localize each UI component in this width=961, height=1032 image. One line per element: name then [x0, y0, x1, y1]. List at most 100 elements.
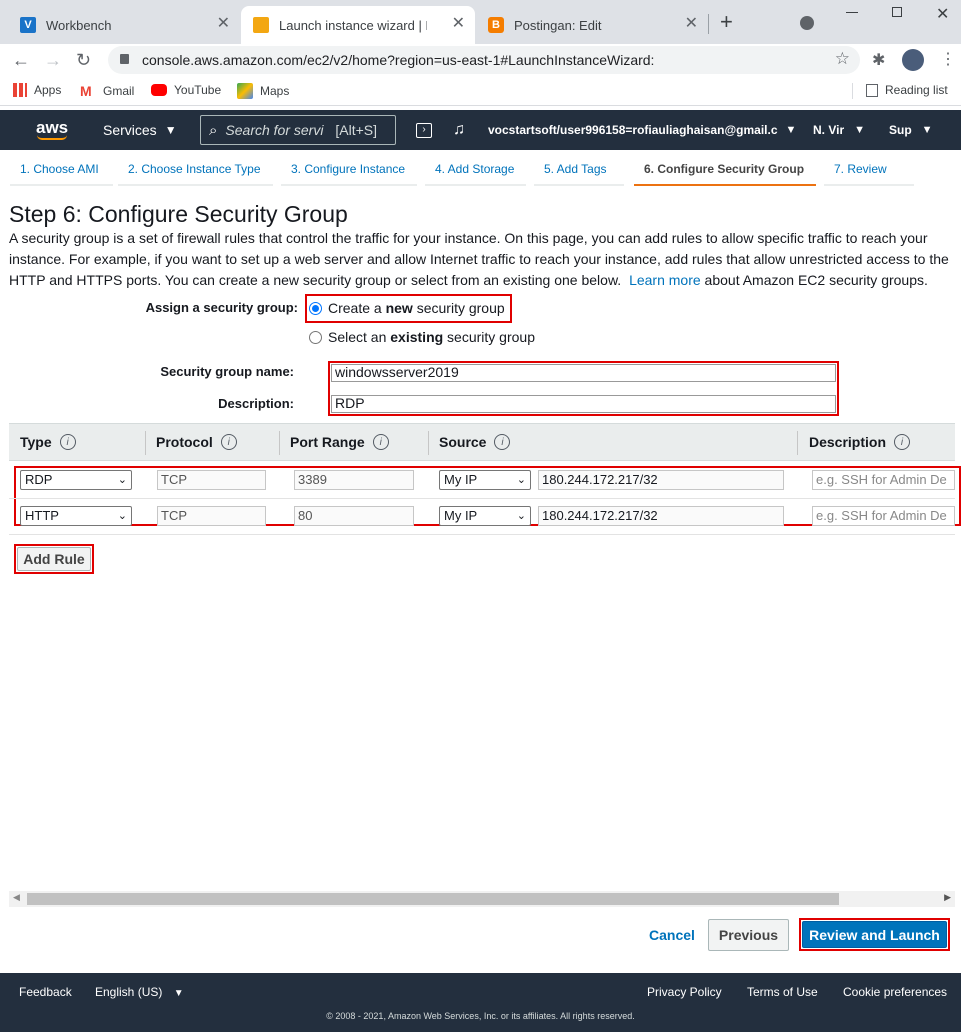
row-divider: [9, 534, 955, 535]
rule-type-select[interactable]: RDP ⌄: [20, 470, 132, 490]
rule-type-select[interactable]: HTTP ⌄: [20, 506, 132, 526]
bookmark-youtube[interactable]: YouTube: [151, 83, 221, 97]
back-arrow-icon[interactable]: ←: [12, 50, 30, 70]
new-tab-button[interactable]: +: [720, 10, 733, 34]
forward-arrow-icon[interactable]: →: [44, 50, 62, 70]
bookmark-label: YouTube: [174, 83, 222, 97]
rule-protocol: TCP: [157, 470, 266, 490]
tab-divider: [708, 14, 709, 34]
privacy-policy-link[interactable]: Privacy Policy: [647, 985, 722, 999]
rule-source-select[interactable]: My IP ⌄: [439, 470, 531, 490]
review-and-launch-button[interactable]: Review and Launch: [802, 921, 947, 948]
rule-source-select[interactable]: My IP ⌄: [439, 506, 531, 526]
bell-icon[interactable]: ♫: [453, 110, 465, 150]
tab-launch-wizard[interactable]: Launch instance wizard | EC2 M ✕: [241, 6, 475, 44]
bookmark-gmail[interactable]: M Gmail: [80, 83, 134, 99]
blogger-icon: B: [488, 17, 504, 33]
radio-selected[interactable]: [309, 302, 322, 315]
col-label: Protocol: [156, 434, 213, 450]
rule-description-input[interactable]: e.g. SSH for Admin De: [812, 506, 955, 526]
rule-description-input[interactable]: e.g. SSH for Admin De: [812, 470, 955, 490]
terms-of-use-link[interactable]: Terms of Use: [747, 985, 818, 999]
close-window-icon[interactable]: ✕: [936, 4, 949, 24]
rule-source-cidr[interactable]: 180.244.172.217/32: [538, 506, 784, 526]
bookmark-label: Maps: [260, 84, 290, 98]
cancel-link[interactable]: Cancel: [649, 927, 695, 943]
info-icon[interactable]: i: [220, 434, 237, 450]
scroll-right-icon[interactable]: ▶: [944, 892, 951, 903]
star-icon[interactable]: ☆: [835, 49, 850, 69]
info-icon[interactable]: i: [59, 434, 76, 450]
profile-avatar[interactable]: [902, 49, 924, 71]
scroll-left-icon[interactable]: ◀: [13, 892, 20, 903]
radio-unselected[interactable]: [309, 331, 322, 344]
search-placeholder: Search for servi: [225, 122, 324, 138]
url-field[interactable]: console.aws.amazon.com/ec2/v2/home?regio…: [108, 46, 860, 74]
previous-button[interactable]: Previous: [708, 919, 789, 951]
support-menu[interactable]: Sup ▼: [889, 110, 933, 150]
col-label: Source: [439, 434, 487, 450]
tab-title: Launch instance wizard | EC2 M: [279, 17, 427, 33]
tab-workbench[interactable]: V Workbench ✕: [8, 6, 240, 44]
tab-title: Postingan: Edit: [514, 17, 602, 33]
menu-icon[interactable]: ⋮: [940, 49, 956, 69]
tab-add-tags[interactable]: 5. Add Tags: [534, 158, 624, 186]
services-search-input[interactable]: ⌕ Search for servi [Alt+S]: [200, 115, 396, 145]
horizontal-scrollbar[interactable]: ◀ ▶: [9, 891, 955, 907]
cloudshell-icon[interactable]: ›: [416, 110, 432, 150]
reading-list-icon: [866, 83, 878, 97]
scrollbar-thumb[interactable]: [27, 893, 839, 905]
aws-logo[interactable]: aws: [36, 110, 68, 150]
aws-logo-text: aws: [36, 118, 69, 137]
vocareum-icon: V: [20, 17, 36, 33]
info-icon[interactable]: i: [894, 434, 911, 450]
tab-postingan[interactable]: B Postingan: Edit ✕: [476, 6, 708, 44]
close-icon[interactable]: ✕: [452, 16, 465, 32]
tab-search-icon[interactable]: [800, 16, 814, 30]
sg-name-input[interactable]: windowsserver2019: [331, 364, 836, 382]
radio-create-new[interactable]: Create a new security group: [309, 300, 505, 316]
caret-down-icon: ▼: [785, 124, 797, 136]
tab-configure-security-group[interactable]: 6. Configure Security Group: [634, 158, 816, 186]
sg-description-input[interactable]: RDP: [331, 395, 836, 413]
select-value: My IP: [444, 472, 478, 487]
bookmark-apps[interactable]: Apps: [13, 83, 61, 97]
close-icon[interactable]: ✕: [685, 16, 698, 32]
region-menu[interactable]: N. Vir ▼: [813, 110, 865, 150]
info-icon[interactable]: i: [372, 434, 389, 450]
language-label: English (US): [95, 985, 163, 999]
bookmark-maps[interactable]: Maps: [237, 83, 289, 99]
close-icon[interactable]: ✕: [217, 16, 230, 32]
row-divider: [9, 498, 955, 499]
caret-down-icon: ▼: [921, 124, 933, 136]
learn-more-link[interactable]: Learn more: [629, 272, 701, 288]
chevron-down-icon: ⌄: [117, 510, 127, 522]
tab-add-storage[interactable]: 4. Add Storage: [425, 158, 526, 186]
copyright: © 2008 - 2021, Amazon Web Services, Inc.…: [326, 1011, 635, 1021]
feedback-link[interactable]: Feedback: [19, 985, 72, 999]
cookie-preferences-link[interactable]: Cookie preferences: [843, 985, 947, 999]
col-source: Source i: [439, 434, 511, 450]
extensions-icon[interactable]: ✱: [872, 50, 885, 70]
radio-text-bold: existing: [390, 329, 444, 345]
add-rule-button[interactable]: Add Rule: [17, 547, 91, 571]
reload-icon[interactable]: ↻: [76, 50, 91, 70]
tab-review[interactable]: 7. Review: [824, 158, 914, 186]
radio-select-existing[interactable]: Select an existing security group: [309, 329, 535, 345]
minimize-icon[interactable]: [846, 12, 858, 13]
aws-box-icon: [253, 17, 269, 33]
caret-down-icon: ▼: [854, 124, 866, 136]
col-divider: [145, 431, 146, 455]
tab-choose-instance-type[interactable]: 2. Choose Instance Type: [118, 158, 273, 186]
maximize-icon[interactable]: [892, 7, 902, 17]
account-menu[interactable]: vocstartsoft/user996158=rofiauliaghaisan…: [488, 110, 796, 150]
language-menu[interactable]: English (US) ▼: [95, 985, 184, 999]
rule-source-cidr[interactable]: 180.244.172.217/32: [538, 470, 784, 490]
youtube-icon: [151, 84, 167, 96]
info-icon[interactable]: i: [494, 434, 511, 450]
console-footer: Feedback English (US) ▼ Privacy Policy T…: [0, 973, 961, 1032]
tab-configure-instance[interactable]: 3. Configure Instance: [281, 158, 417, 186]
services-menu[interactable]: Services ▼: [103, 110, 177, 150]
tab-choose-ami[interactable]: 1. Choose AMI: [10, 158, 113, 186]
reading-list[interactable]: Reading list: [866, 83, 948, 97]
